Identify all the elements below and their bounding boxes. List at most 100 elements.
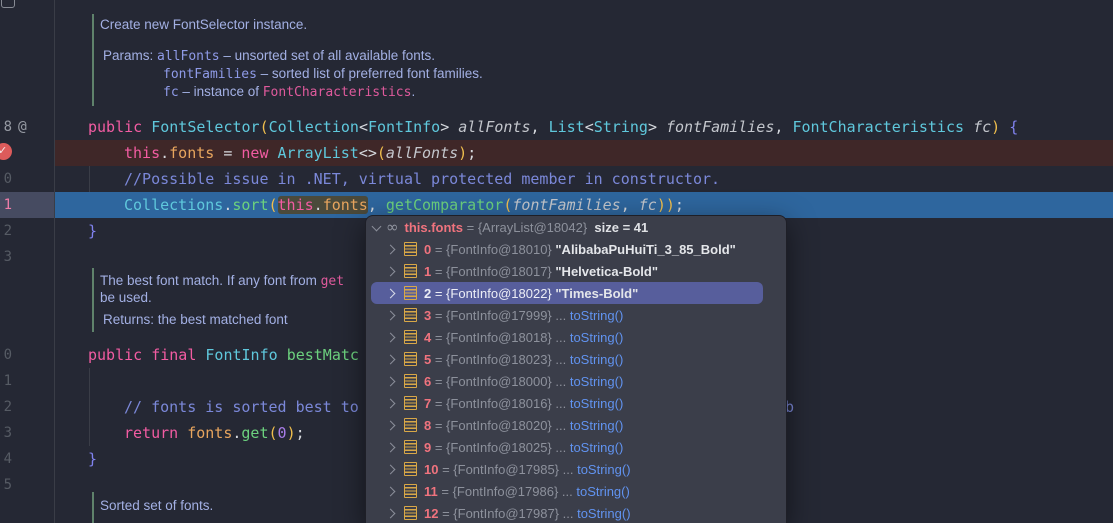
line-number[interactable]: 4 xyxy=(0,446,12,472)
code-token xyxy=(278,346,287,364)
element-index: 9 xyxy=(424,440,431,455)
variable-row[interactable]: 4 = {FontInfo@18018} ... toString() xyxy=(366,326,786,348)
chevron-right-icon[interactable] xyxy=(386,442,396,452)
chevron-right-icon[interactable] xyxy=(386,464,396,474)
ellipsis: ... xyxy=(555,440,569,455)
line-number[interactable]: 0 xyxy=(0,166,12,192)
code-line[interactable]: //Possible issue in .NET, virtual protec… xyxy=(124,166,720,192)
annotation-gutter-icon[interactable]: @ xyxy=(18,114,27,140)
element-index: 7 xyxy=(424,396,431,411)
object-reference: = {FontInfo@18022} xyxy=(431,286,555,301)
breakpoint-icon[interactable] xyxy=(0,143,12,160)
variable-row[interactable]: 10 = {FontInfo@17985} ... toString() xyxy=(366,458,786,480)
chevron-right-icon[interactable] xyxy=(386,354,396,364)
tostring-link[interactable]: toString() xyxy=(577,462,630,477)
chevron-right-icon[interactable] xyxy=(386,310,396,320)
element-index: 6 xyxy=(424,374,431,389)
code-token: FontInfo xyxy=(368,118,440,136)
evaluated-expression-highlight[interactable]: this.fonts xyxy=(278,196,368,214)
doc-text: The best font match. If any font from xyxy=(100,273,321,288)
code-token: ; xyxy=(296,424,305,442)
variable-row[interactable]: 1 = {FontInfo@18017} "Helvetica-Bold" xyxy=(366,260,786,282)
line-number[interactable]: 8 xyxy=(0,114,12,140)
infinity-icon: ∞ xyxy=(386,220,399,235)
code-token: ; xyxy=(467,144,476,162)
chevron-right-icon[interactable] xyxy=(386,332,396,342)
tostring-link[interactable]: toString() xyxy=(577,506,630,521)
tostring-link[interactable]: toString() xyxy=(570,440,623,455)
code-token: allFonts xyxy=(458,118,530,136)
element-value: "Times-Bold" xyxy=(555,286,638,301)
chevron-right-icon[interactable] xyxy=(386,508,396,518)
chevron-right-icon[interactable] xyxy=(386,288,396,298)
code-token: ; xyxy=(675,196,684,214)
object-reference: = {FontInfo@18025} xyxy=(431,440,555,455)
code-token: )) xyxy=(657,196,675,214)
code-line[interactable]: // fonts is sorted best to xyxy=(124,394,359,420)
line-number[interactable]: 3 xyxy=(0,244,12,270)
variable-name: this.fonts xyxy=(405,220,464,235)
array-element-icon xyxy=(404,352,417,366)
variable-row[interactable]: 6 = {FontInfo@18000} ... toString() xyxy=(366,370,786,392)
chevron-right-icon[interactable] xyxy=(386,266,396,276)
code-line[interactable]: public final FontInfo bestMatc xyxy=(88,342,359,368)
doc-text: – sorted list of preferred font families… xyxy=(257,66,483,81)
line-number[interactable]: 2 xyxy=(0,394,12,420)
object-reference: = {FontInfo@18000} xyxy=(431,374,555,389)
doc-comment-line: fc – instance of FontCharacteristics. xyxy=(163,83,415,101)
tostring-link[interactable]: toString() xyxy=(576,484,629,499)
line-number[interactable]: 3 xyxy=(0,420,12,446)
tostring-link[interactable]: toString() xyxy=(570,308,623,323)
variable-row[interactable]: 7 = {FontInfo@18016} ... toString() xyxy=(366,392,786,414)
code-line[interactable]: } xyxy=(88,446,97,472)
tostring-link[interactable]: toString() xyxy=(570,352,623,367)
code-token: Collection xyxy=(269,118,359,136)
doc-text: be used. xyxy=(100,290,152,305)
object-reference: = {FontInfo@17986} xyxy=(438,484,562,499)
line-number[interactable]: 0 xyxy=(0,342,12,368)
doc-comment-line: Returns: the best matched font xyxy=(103,311,288,329)
code-line[interactable]: return fonts.get(0); xyxy=(124,420,305,446)
variable-row[interactable]: 8 = {FontInfo@18020} ... toString() xyxy=(366,414,786,436)
code-token: public xyxy=(88,346,142,364)
doc-text: Params: xyxy=(103,48,157,63)
array-element-icon xyxy=(404,330,417,344)
chevron-right-icon[interactable] xyxy=(386,420,396,430)
code-token: this xyxy=(124,144,160,162)
code-line[interactable]: public FontSelector(Collection<FontInfo>… xyxy=(88,114,1018,140)
chevron-down-icon[interactable] xyxy=(372,221,382,231)
variable-row[interactable]: 9 = {FontInfo@18025} ... toString() xyxy=(366,436,786,458)
tostring-link[interactable]: toString() xyxy=(570,418,623,433)
element-index: 1 xyxy=(424,264,431,279)
ellipsis: ... xyxy=(555,374,569,389)
code-token: ) xyxy=(458,144,467,162)
chevron-right-icon[interactable] xyxy=(386,486,396,496)
chevron-right-icon[interactable] xyxy=(386,398,396,408)
tostring-link[interactable]: toString() xyxy=(570,396,623,411)
ellipsis: ... xyxy=(562,484,576,499)
variables-popup-header[interactable]: ∞ this.fonts = {ArrayList@18042} size = … xyxy=(366,216,786,238)
code-token: getComparator xyxy=(386,196,503,214)
tostring-link[interactable]: toString() xyxy=(570,374,623,389)
variable-row[interactable]: 11 = {FontInfo@17986} ... toString() xyxy=(366,480,786,502)
variable-row[interactable]: 12 = {FontInfo@17987} ... toString() xyxy=(366,502,786,523)
ellipsis: ... xyxy=(563,506,577,521)
line-number[interactable]: 1 xyxy=(0,368,12,394)
variable-row[interactable]: 5 = {FontInfo@18023} ... toString() xyxy=(366,348,786,370)
chevron-right-icon[interactable] xyxy=(386,244,396,254)
tostring-link[interactable]: toString() xyxy=(570,330,623,345)
code-token: , xyxy=(621,196,639,214)
code-token: this xyxy=(278,196,314,214)
variable-row[interactable]: 0 = {FontInfo@18010} "AlibabaPuHuiTi_3_8… xyxy=(366,238,786,260)
chevron-right-icon[interactable] xyxy=(386,376,396,386)
object-reference: = {FontInfo@18020} xyxy=(431,418,555,433)
line-number[interactable]: 2 xyxy=(0,218,12,244)
variable-row[interactable]: 2 = {FontInfo@18022} "Times-Bold" xyxy=(371,282,763,304)
line-number[interactable]: 5 xyxy=(0,472,12,498)
code-line[interactable]: } xyxy=(88,218,97,244)
doc-text: – instance of xyxy=(179,84,263,99)
variable-row[interactable]: 3 = {FontInfo@17999} ... toString() xyxy=(366,304,786,326)
line-number[interactable]: 1 xyxy=(0,192,12,218)
code-token xyxy=(142,346,151,364)
code-line[interactable]: this.fonts = new ArrayList<>(allFonts); xyxy=(124,140,476,166)
